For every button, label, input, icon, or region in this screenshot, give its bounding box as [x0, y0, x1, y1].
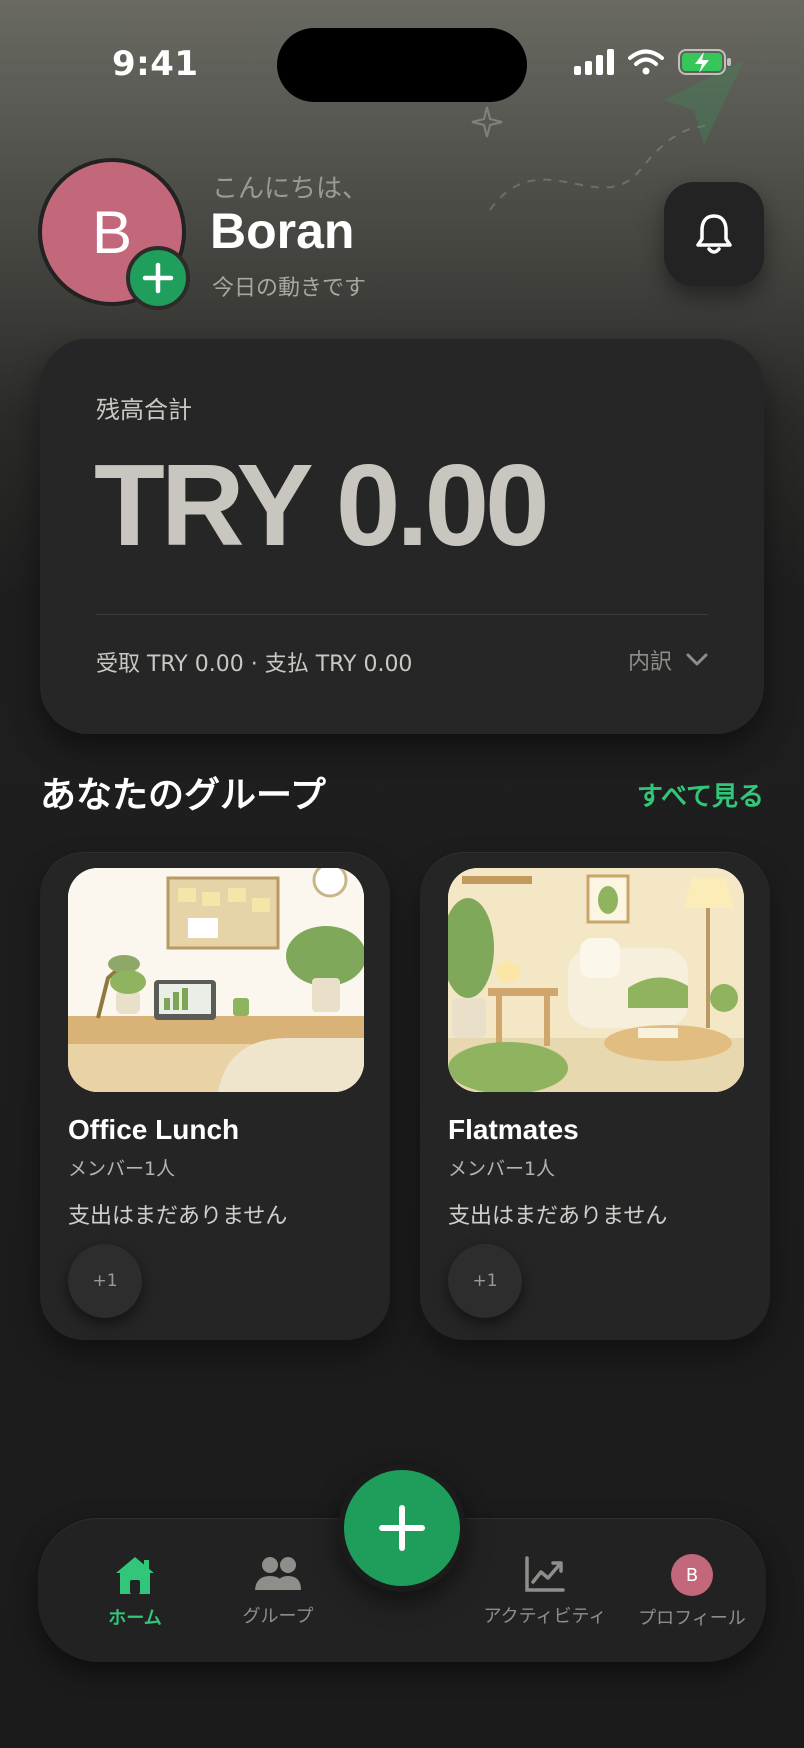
group-expense-status: 支出はまだありません	[448, 1204, 668, 1229]
group-expense-status: 支出はまだありません	[68, 1204, 288, 1229]
greeting-text: こんにちは、	[212, 174, 369, 204]
status-time: 9:41	[112, 44, 199, 84]
nav-label: プロフィール	[638, 1608, 746, 1629]
breakdown-toggle[interactable]: 内訳	[628, 644, 708, 676]
member-count-badge: +1	[448, 1244, 522, 1318]
see-all-link[interactable]: すべて見る	[637, 776, 764, 813]
wifi-icon	[628, 49, 664, 75]
plus-icon	[379, 1505, 425, 1551]
home-icon	[116, 1557, 154, 1594]
user-avatar[interactable]: B	[38, 158, 190, 310]
group-name: Flatmates	[448, 1114, 579, 1145]
group-card-office-lunch[interactable]: Office Lunch メンバー1人 支出はまだありません +1	[40, 852, 390, 1340]
group-members: メンバー1人	[448, 1158, 556, 1180]
member-count-badge: +1	[68, 1244, 142, 1318]
status-icons	[574, 48, 732, 76]
battery-charging-icon	[678, 49, 731, 75]
balance-amount: TRY 0.00	[94, 440, 550, 570]
group-image-living-room	[448, 868, 744, 1092]
nav-label: ホーム	[108, 1608, 162, 1629]
home-screen: 9:41 B こんにちは、 Boran 今日の動きです 残高合計 TRY 0.0…	[0, 0, 804, 1748]
nav-label: グループ	[242, 1606, 314, 1627]
add-avatar-button[interactable]	[126, 246, 190, 310]
add-expense-button[interactable]	[338, 1464, 466, 1592]
nav-groups[interactable]: グループ	[218, 1554, 338, 1628]
breakdown-label: 内訳	[627, 650, 672, 675]
divider	[96, 614, 708, 615]
notifications-button[interactable]	[664, 182, 764, 286]
chevron-down-icon	[686, 653, 708, 666]
header-subtitle: 今日の動きです	[212, 276, 367, 301]
chart-icon	[525, 1556, 565, 1592]
group-members: メンバー1人	[68, 1158, 176, 1180]
groups-section-title: あなたのグループ	[40, 775, 326, 816]
avatar: B	[671, 1554, 713, 1596]
user-name: Boran	[210, 203, 355, 259]
balance-card: 残高合計 TRY 0.00 受取 TRY 0.00 · 支払 TRY 0.00 …	[40, 338, 764, 734]
group-image-office	[68, 868, 364, 1092]
balance-label: 残高合計	[96, 396, 192, 424]
bell-icon	[696, 214, 732, 254]
dynamic-island	[277, 28, 527, 102]
nav-home[interactable]: ホーム	[80, 1554, 190, 1630]
nav-label: アクティビティ	[483, 1606, 607, 1627]
nav-profile[interactable]: B プロフィール	[632, 1554, 752, 1630]
users-icon	[255, 1557, 301, 1590]
sparkle-icon	[471, 106, 503, 138]
nav-activity[interactable]: アクティビティ	[470, 1554, 620, 1628]
plus-icon	[142, 262, 174, 294]
group-name: Office Lunch	[68, 1114, 240, 1145]
group-card-flatmates[interactable]: Flatmates メンバー1人 支出はまだありません +1	[420, 852, 770, 1340]
signal-icon	[574, 49, 614, 75]
balance-detail: 受取 TRY 0.00 · 支払 TRY 0.00	[96, 652, 413, 677]
